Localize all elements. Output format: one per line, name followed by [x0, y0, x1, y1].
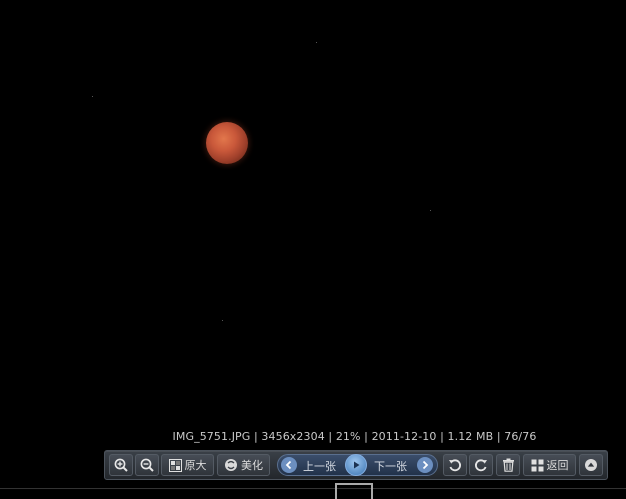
viewer-toolbar: 原大 美化 上一张 下一张 返回 [104, 450, 608, 480]
info-dimensions: 3456x2304 [261, 430, 325, 443]
beautify-icon [225, 459, 237, 471]
zoom-in-button[interactable] [109, 454, 133, 476]
image-viewer[interactable] [0, 0, 626, 497]
grid-icon [531, 459, 543, 471]
delete-button[interactable] [496, 454, 520, 476]
info-filename: IMG_5751.JPG [172, 430, 251, 443]
photo-star [92, 96, 93, 97]
actual-size-button[interactable]: 原大 [161, 454, 214, 476]
photo-star [430, 210, 431, 211]
trash-icon [502, 458, 514, 472]
rotate-right-button[interactable] [469, 454, 493, 476]
beautify-label: 美化 [241, 459, 263, 472]
info-separator: | [250, 430, 262, 443]
thumbnail-strip-divider [0, 488, 626, 489]
slideshow-play-icon[interactable] [345, 454, 367, 476]
photo-star [222, 320, 223, 321]
info-separator: | [360, 430, 372, 443]
photo-star [316, 42, 317, 43]
actual-size-icon [168, 458, 182, 472]
back-label: 返回 [546, 459, 569, 472]
image-info-bar: IMG_5751.JPG | 3456x2304 | 21% | 2011-12… [0, 430, 626, 443]
rotate-right-icon [475, 459, 487, 472]
info-position: 76/76 [504, 430, 537, 443]
info-size: 1.12 MB [447, 430, 494, 443]
collapse-toolbar-button[interactable] [579, 454, 603, 476]
previous-icon[interactable] [281, 457, 297, 473]
next-icon[interactable] [417, 457, 433, 473]
arrow-up-circle-icon [585, 459, 597, 471]
info-separator: | [493, 430, 505, 443]
next-button[interactable]: 下一张 [374, 458, 407, 474]
zoom-in-icon [114, 458, 128, 472]
zoom-out-button[interactable] [135, 454, 159, 476]
beautify-button[interactable]: 美化 [217, 454, 270, 476]
info-date: 2011-12-10 [371, 430, 437, 443]
rotate-left-button[interactable] [443, 454, 467, 476]
photo-moon [206, 122, 248, 164]
navigation-group: 上一张 下一张 [277, 454, 438, 476]
info-separator: | [436, 430, 448, 443]
zoom-out-icon [140, 458, 154, 472]
thumbnail-strip[interactable] [0, 485, 626, 497]
previous-button[interactable]: 上一张 [303, 458, 336, 474]
rotate-left-icon [449, 459, 461, 472]
info-separator: | [324, 430, 336, 443]
back-button[interactable]: 返回 [523, 454, 576, 476]
actual-size-label: 原大 [184, 459, 207, 472]
info-zoom: 21% [335, 430, 361, 443]
